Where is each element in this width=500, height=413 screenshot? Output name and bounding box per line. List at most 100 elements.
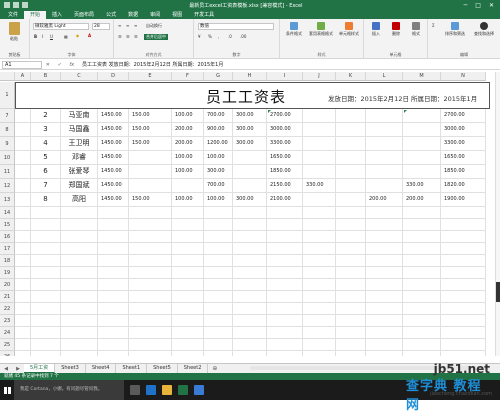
cell-empty[interactable] — [129, 231, 172, 243]
cell-value[interactable]: 1850.00 — [441, 165, 486, 179]
cell-empty[interactable] — [61, 243, 98, 255]
cell-empty[interactable] — [441, 255, 486, 267]
conditional-format-button[interactable]: 条件格式 — [282, 22, 306, 37]
cell-empty[interactable] — [233, 315, 267, 327]
cell-employee-name[interactable]: 马亚南 — [61, 109, 98, 123]
cell-empty[interactable] — [267, 255, 303, 267]
cell-empty[interactable] — [15, 267, 31, 279]
cell-value[interactable]: 150.00 — [129, 137, 172, 151]
cell-value[interactable] — [129, 179, 172, 193]
cell-empty[interactable] — [336, 179, 366, 193]
cell-empty[interactable] — [31, 231, 61, 243]
cell-empty[interactable] — [204, 351, 233, 356]
cell-empty[interactable] — [233, 255, 267, 267]
cell-empty[interactable] — [303, 267, 336, 279]
row-header[interactable]: 26 — [0, 351, 15, 356]
cell-value[interactable]: 100.00 — [204, 151, 233, 165]
cell-empty[interactable] — [15, 193, 31, 207]
tab-home[interactable]: 开始 — [24, 11, 47, 19]
cell-empty[interactable] — [129, 351, 172, 356]
cell-value[interactable] — [403, 109, 441, 123]
cell-empty[interactable] — [129, 219, 172, 231]
cell-empty[interactable] — [403, 303, 441, 315]
cell-empty[interactable] — [366, 207, 403, 219]
column-header[interactable]: F — [172, 72, 204, 81]
cell-empty[interactable] — [15, 123, 31, 137]
cell-empty[interactable] — [366, 243, 403, 255]
cell-empty[interactable] — [129, 339, 172, 351]
sheet-tab-sheet4[interactable]: Sheet4 — [86, 364, 117, 373]
cell-empty[interactable] — [336, 151, 366, 165]
cell-empty[interactable] — [336, 207, 366, 219]
cell-empty[interactable] — [441, 303, 486, 315]
cell-empty[interactable] — [129, 303, 172, 315]
cell-empty[interactable] — [98, 351, 129, 356]
cell-empty[interactable] — [61, 315, 98, 327]
row-header[interactable]: 18 — [0, 255, 15, 267]
cell-empty[interactable] — [172, 315, 204, 327]
cell-empty[interactable] — [129, 279, 172, 291]
wrap-text-button[interactable]: 自动换行 — [146, 23, 162, 29]
row-header[interactable]: 8 — [0, 123, 15, 137]
sheet-tab-sheet2[interactable]: Sheet2 — [178, 364, 209, 373]
cell-empty[interactable] — [233, 243, 267, 255]
cell-empty[interactable] — [336, 303, 366, 315]
cell-empty[interactable] — [31, 267, 61, 279]
tab-view[interactable]: 视图 — [166, 11, 188, 19]
cell-empty[interactable] — [233, 351, 267, 356]
cell-employee-name[interactable]: 高阳 — [61, 193, 98, 207]
next-sheet-icon[interactable]: ▶ — [16, 366, 20, 372]
cell-empty[interactable] — [441, 315, 486, 327]
add-sheet-icon[interactable]: ⊕ — [212, 365, 217, 372]
borders-icon[interactable]: ▦ — [64, 34, 68, 39]
cell-id[interactable]: 2 — [31, 109, 61, 123]
app-taskbar-icon[interactable] — [194, 385, 204, 395]
cell-id[interactable]: 8 — [31, 193, 61, 207]
cell-empty[interactable] — [98, 207, 129, 219]
cell-empty[interactable] — [336, 109, 366, 123]
sheet-tab-may-salary[interactable]: 5月工资 — [24, 364, 56, 373]
cell-value[interactable]: 100.00 — [172, 151, 204, 165]
cell-value[interactable] — [233, 151, 267, 165]
decrease-decimal-icon[interactable]: .00 — [240, 34, 246, 39]
row-header[interactable]: 9 — [0, 137, 15, 151]
row-header[interactable]: 19 — [0, 267, 15, 279]
cell-empty[interactable] — [233, 327, 267, 339]
cell-empty[interactable] — [267, 351, 303, 356]
cell-empty[interactable] — [267, 279, 303, 291]
cell-value[interactable]: 3300.00 — [441, 137, 486, 151]
cell-empty[interactable] — [31, 243, 61, 255]
cell-empty[interactable] — [403, 231, 441, 243]
cell-empty[interactable] — [15, 231, 31, 243]
tab-review[interactable]: 审阅 — [144, 11, 166, 19]
cell-value[interactable]: 150.00 — [129, 109, 172, 123]
cell-value[interactable] — [403, 165, 441, 179]
row-header[interactable]: 23 — [0, 315, 15, 327]
cell-empty[interactable] — [98, 315, 129, 327]
cell-value[interactable] — [366, 179, 403, 193]
cell-empty[interactable] — [31, 255, 61, 267]
cell-empty[interactable] — [233, 207, 267, 219]
cell-value[interactable]: 100.00 — [172, 165, 204, 179]
cell-empty[interactable] — [98, 219, 129, 231]
cell-empty[interactable] — [15, 279, 31, 291]
column-header[interactable]: H — [233, 72, 267, 81]
cell-value[interactable] — [129, 165, 172, 179]
cell-value[interactable]: 1650.00 — [441, 151, 486, 165]
cell-empty[interactable] — [336, 315, 366, 327]
cell-empty[interactable] — [204, 231, 233, 243]
cell-empty[interactable] — [233, 291, 267, 303]
cell-value[interactable] — [403, 137, 441, 151]
cell-employee-name[interactable]: 王卫明 — [61, 137, 98, 151]
cell-empty[interactable] — [403, 267, 441, 279]
cell-value[interactable] — [233, 165, 267, 179]
save-icon[interactable] — [4, 2, 10, 8]
insert-function-icon[interactable]: fx — [69, 62, 74, 68]
cell-empty[interactable] — [336, 137, 366, 151]
paste-button[interactable]: 粘贴 — [4, 22, 24, 42]
column-header[interactable]: C — [61, 72, 98, 81]
cell-empty[interactable] — [31, 339, 61, 351]
cell-empty[interactable] — [441, 207, 486, 219]
cell-value[interactable] — [303, 193, 336, 207]
row-header[interactable]: 15 — [0, 219, 15, 231]
